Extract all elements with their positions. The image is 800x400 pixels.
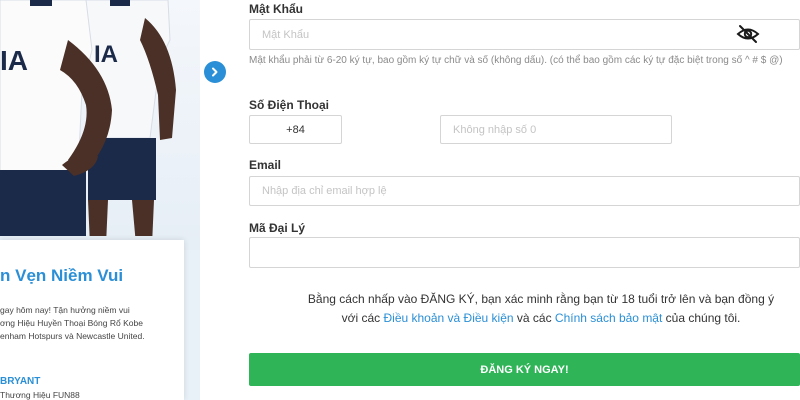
phone-input[interactable]: [440, 115, 672, 144]
agent-code-input[interactable]: [249, 237, 800, 268]
email-label: Email: [249, 158, 282, 172]
registration-page: IA IA n Vẹn Niềm Vui gay hôm nay! Tận hư…: [0, 0, 800, 400]
country-code-value: +84: [286, 123, 305, 136]
password-hint: Mật khẩu phải từ 6-20 ký tự, bao gồm ký …: [249, 55, 783, 66]
register-now-button[interactable]: ĐĂNG KÝ NGAY!: [249, 353, 800, 386]
phone-label: Số Điện Thoại: [249, 98, 330, 112]
country-code-field[interactable]: +84: [249, 115, 342, 144]
password-input[interactable]: [249, 19, 800, 50]
terms-part-2: và các: [513, 311, 555, 325]
terms-conditions-link[interactable]: Điều khoản và Điều kiện: [383, 311, 513, 325]
terms-part-3: của chúng tôi.: [662, 311, 741, 325]
eye-slash-icon[interactable]: [736, 24, 760, 44]
agent-code-label: Mã Đại Lý: [249, 221, 306, 235]
registration-form: Mật Khẩu Mật khẩu phải từ 6-20 ký tự, ba…: [0, 0, 800, 400]
email-input[interactable]: [249, 176, 800, 206]
terms-text: Bằng cách nhấp vào ĐĂNG KÝ, bạn xác minh…: [300, 290, 782, 328]
password-label: Mật Khẩu: [249, 2, 303, 16]
privacy-policy-link[interactable]: Chính sách bảo mật: [555, 311, 662, 325]
